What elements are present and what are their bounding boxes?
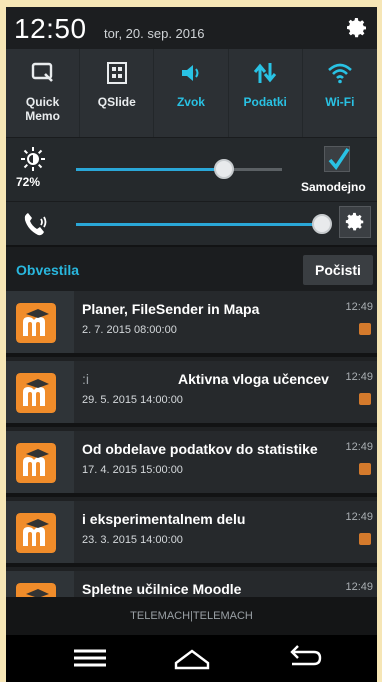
notification-time: 12:49 [345, 441, 373, 453]
ringtone-phone-icon [24, 213, 47, 236]
gear-icon [345, 212, 364, 231]
notification-time: 12:49 [345, 511, 373, 523]
notification-title: i eksperimentalnem delu [82, 511, 246, 527]
notification-subtitle: 29. 5. 2015 14:00:00 [82, 394, 183, 406]
auto-brightness-label: Samodejno [301, 180, 366, 194]
qs-label-qslide: QSlide [97, 95, 136, 109]
notification-title: Spletne učilnice Moodle [82, 581, 242, 597]
brightness-sun-icon [21, 147, 45, 171]
navigation-bar [6, 635, 377, 682]
carrier-label: TELEMACH|TELEMACH [6, 597, 377, 635]
app-icon-box [6, 361, 74, 423]
brightness-slider-fill [76, 168, 224, 171]
small-app-badge-icon [359, 533, 371, 545]
qs-label-sound: Zvok [176, 95, 205, 109]
brightness-percent: 72% [16, 175, 41, 189]
notification-title: Planer, FileSender in Mapa [82, 301, 260, 317]
back-icon[interactable] [284, 641, 324, 675]
small-app-badge-icon [359, 463, 371, 475]
quickmemo-icon [31, 62, 53, 82]
notification-time: 12:49 [345, 301, 373, 313]
qs-label-data: Podatki [243, 95, 287, 109]
app-icon-box [6, 501, 74, 563]
volume-slider-knob[interactable] [312, 214, 332, 234]
qslide-toggle[interactable]: QSlide [80, 49, 155, 137]
notifications-title: Obvestila [16, 262, 80, 278]
notification-item[interactable]: i eksperimentalnem delu 23. 3. 2015 14:0… [6, 501, 377, 567]
data-toggle[interactable]: Podatki [229, 49, 303, 137]
moodle-app-icon [16, 583, 56, 597]
notification-item[interactable]: :i Aktivna vloga učencev 29. 5. 2015 14:0… [6, 361, 377, 427]
checkmark-icon [328, 148, 350, 170]
notification-shade: 12:50 tor, 20. sep. 2016 Quick Memo QSli… [6, 7, 377, 682]
wifi-icon [327, 63, 352, 84]
notification-time: 12:49 [345, 581, 373, 593]
home-icon[interactable] [172, 641, 212, 675]
notifications-header: Obvestila Počisti [6, 245, 377, 291]
moodle-app-icon [16, 513, 56, 553]
status-bar: 12:50 tor, 20. sep. 2016 [6, 7, 377, 49]
notification-time: 12:49 [345, 371, 373, 383]
volume-slider[interactable] [76, 214, 332, 234]
settings-gear-icon[interactable] [345, 16, 369, 40]
date-label: tor, 20. sep. 2016 [104, 26, 205, 41]
notification-title: Od obdelave podatkov do statistike [82, 441, 318, 457]
notification-list: Planer, FileSender in Mapa 2. 7. 2015 08… [6, 291, 377, 597]
notification-title-main: Aktivna vloga učencev [178, 371, 329, 387]
volume-panel [6, 201, 377, 245]
small-app-badge-icon [359, 393, 371, 405]
sound-toggle[interactable]: Zvok [154, 49, 229, 137]
qs-label-wifi: Wi-Fi [325, 95, 355, 109]
notification-item[interactable]: Od obdelave podatkov do statistike 17. 4… [6, 431, 377, 497]
clock: 12:50 [14, 13, 87, 44]
brightness-slider-knob[interactable] [214, 159, 234, 179]
brightness-panel: 72% Samodejno [6, 137, 377, 201]
app-icon-box [6, 291, 74, 353]
quick-memo-toggle[interactable]: Quick Memo [6, 49, 81, 137]
moodle-app-icon [16, 443, 56, 483]
volume-slider-fill [76, 223, 322, 226]
menu-icon[interactable] [70, 641, 110, 675]
notification-title-prefix: :i [82, 371, 89, 387]
quick-settings-row: Quick Memo QSlide Zvok Podatki Wi-Fi [6, 49, 377, 137]
clear-button[interactable]: Počisti [303, 255, 373, 285]
app-icon-box [6, 431, 74, 493]
notification-subtitle: 17. 4. 2015 15:00:00 [82, 464, 183, 476]
wifi-toggle[interactable]: Wi-Fi [303, 49, 377, 137]
notification-title: :i Aktivna vloga učencev [82, 371, 340, 387]
small-app-badge-icon [359, 323, 371, 335]
auto-brightness-checkbox[interactable] [324, 146, 350, 172]
notification-item[interactable]: Planer, FileSender in Mapa 2. 7. 2015 08… [6, 291, 377, 357]
app-icon-box [6, 571, 74, 597]
brightness-slider[interactable] [76, 159, 282, 179]
notification-item[interactable]: Spletne učilnice Moodle 12:49 [6, 571, 377, 597]
qslide-icon [106, 62, 127, 84]
notification-subtitle: 2. 7. 2015 08:00:00 [82, 324, 177, 336]
data-arrows-icon [254, 63, 277, 83]
qs-label-quickmemo: Quick Memo [25, 95, 60, 123]
volume-settings-button[interactable] [339, 206, 371, 238]
speaker-icon [181, 65, 199, 81]
moodle-app-icon [16, 303, 56, 343]
notification-subtitle: 23. 3. 2015 14:00:00 [82, 534, 183, 546]
moodle-app-icon [16, 373, 56, 413]
